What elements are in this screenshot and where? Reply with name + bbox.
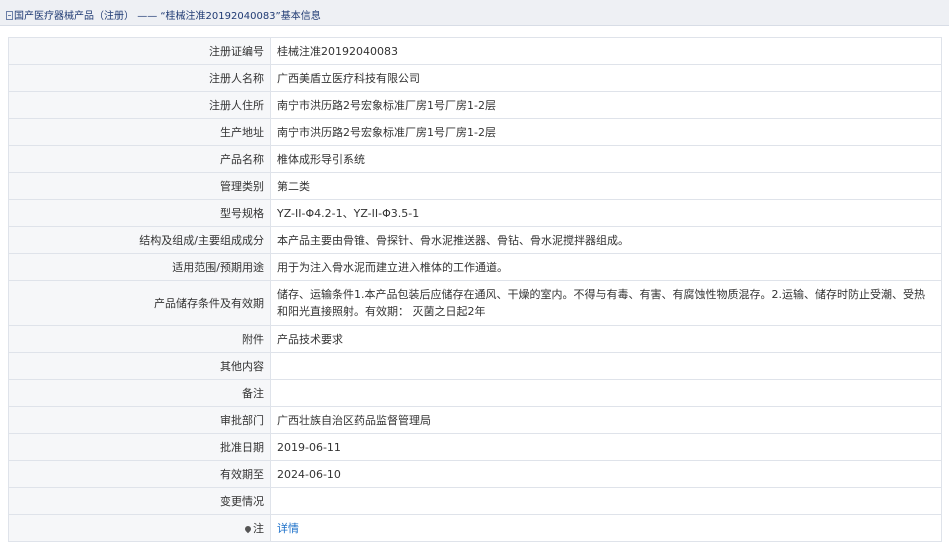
table-row: 注册人名称 广西美盾立医疗科技有限公司 — [8, 64, 942, 92]
table-row: 注册人住所 南宁市洪历路2号宏象标准厂房1号厂房1-2层 — [8, 91, 942, 119]
breadcrumb: 国产医疗器械产品（注册） —— “桂械注准20192040083”基本信息 — [0, 0, 949, 26]
table-row: 注册证编号 桂械注准20192040083 — [8, 37, 942, 65]
field-value: YZ-II-Φ4.2-1、YZ-II-Φ3.5-1 — [270, 199, 942, 227]
field-label: 变更情况 — [8, 487, 271, 515]
table-row: 有效期至 2024-06-10 — [8, 460, 942, 488]
field-value: 2024-06-10 — [270, 460, 942, 488]
field-value: 桂械注准20192040083 — [270, 37, 942, 65]
field-value: 南宁市洪历路2号宏象标准厂房1号厂房1-2层 — [270, 118, 942, 146]
breadcrumb-category[interactable]: 国产医疗器械产品（注册） — [14, 11, 134, 22]
field-value — [270, 487, 942, 515]
table-row: 变更情况 — [8, 487, 942, 515]
field-value — [270, 352, 942, 380]
details-link[interactable]: 详情 — [277, 522, 299, 535]
table-row: 生产地址 南宁市洪历路2号宏象标准厂房1号厂房1-2层 — [8, 118, 942, 146]
field-label: 产品储存条件及有效期 — [8, 280, 271, 326]
field-value: 椎体成形导引系统 — [270, 145, 942, 173]
note-label-text: 注 — [253, 521, 264, 535]
table-row: 其他内容 — [8, 352, 942, 380]
field-value: 广西壮族自治区药品监督管理局 — [270, 406, 942, 434]
field-label: 注册证编号 — [8, 37, 271, 65]
table-row: 批准日期 2019-06-11 — [8, 433, 942, 461]
field-label: 产品名称 — [8, 145, 271, 173]
table-row: 备注 — [8, 379, 942, 407]
field-label: 其他内容 — [8, 352, 271, 380]
field-value: 储存、运输条件1.本产品包装后应储存在通风、干燥的室内。不得与有毒、有害、有腐蚀… — [270, 280, 942, 326]
table-row: 管理类别 第二类 — [8, 172, 942, 200]
table-row: 附件 产品技术要求 — [8, 325, 942, 353]
table-row: 适用范围/预期用途 用于为注入骨水泥而建立进入椎体的工作通道。 — [8, 253, 942, 281]
field-value — [270, 379, 942, 407]
table-row: 产品名称 椎体成形导引系统 — [8, 145, 942, 173]
field-label: 生产地址 — [8, 118, 271, 146]
pin-icon — [243, 524, 253, 533]
field-value: 产品技术要求 — [270, 325, 942, 353]
document-icon — [6, 11, 13, 20]
table-row: 型号规格 YZ-II-Φ4.2-1、YZ-II-Φ3.5-1 — [8, 199, 942, 227]
field-label: 结构及组成/主要组成成分 — [8, 226, 271, 254]
field-label: 管理类别 — [8, 172, 271, 200]
field-label: 附件 — [8, 325, 271, 353]
field-label: 型号规格 — [8, 199, 271, 227]
table-row: 产品储存条件及有效期 储存、运输条件1.本产品包装后应储存在通风、干燥的室内。不… — [8, 280, 942, 326]
field-label: 批准日期 — [8, 433, 271, 461]
field-value: 南宁市洪历路2号宏象标准厂房1号厂房1-2层 — [270, 91, 942, 119]
field-value: 广西美盾立医疗科技有限公司 — [270, 64, 942, 92]
field-value: 用于为注入骨水泥而建立进入椎体的工作通道。 — [270, 253, 942, 281]
note-label: 注 — [8, 514, 271, 542]
field-label: 审批部门 — [8, 406, 271, 434]
field-label: 注册人名称 — [8, 64, 271, 92]
registration-info-table: 注册证编号 桂械注准20192040083 注册人名称 广西美盾立医疗科技有限公… — [8, 37, 942, 542]
field-value: 2019-06-11 — [270, 433, 942, 461]
field-value: 本产品主要由骨锥、骨探针、骨水泥推送器、骨钻、骨水泥搅拌器组成。 — [270, 226, 942, 254]
field-value: 第二类 — [270, 172, 942, 200]
field-label: 注册人住所 — [8, 91, 271, 119]
table-row: 结构及组成/主要组成成分 本产品主要由骨锥、骨探针、骨水泥推送器、骨钻、骨水泥搅… — [8, 226, 942, 254]
field-label: 有效期至 — [8, 460, 271, 488]
table-row: 审批部门 广西壮族自治区药品监督管理局 — [8, 406, 942, 434]
note-row: 注 详情 — [8, 514, 942, 542]
breadcrumb-separator: —— — [137, 11, 158, 22]
field-label: 备注 — [8, 379, 271, 407]
note-value: 详情 — [270, 514, 942, 542]
breadcrumb-record: “桂械注准20192040083”基本信息 — [160, 11, 321, 22]
field-label: 适用范围/预期用途 — [8, 253, 271, 281]
